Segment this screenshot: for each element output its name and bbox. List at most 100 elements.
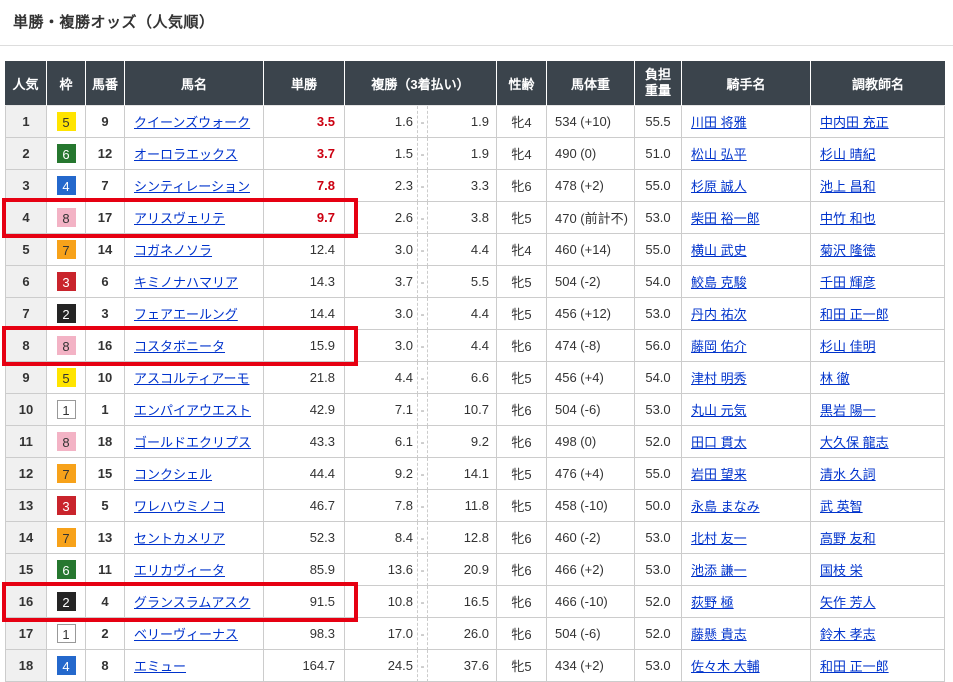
horse-name-link[interactable]: ゴールドエクリプス	[134, 435, 251, 450]
horse-name-cell: コガネノソラ	[125, 234, 264, 266]
frame-cell: 5	[47, 362, 86, 394]
jockey-name-link[interactable]: 丸山 元気	[691, 403, 747, 418]
horse-name-link[interactable]: オーロラエックス	[134, 147, 238, 162]
trainer-name-link[interactable]: 千田 輝彦	[820, 275, 876, 290]
horse-number-cell: 18	[86, 426, 125, 458]
jockey-name-link[interactable]: 柴田 裕一郎	[691, 211, 760, 226]
col-number-header: 馬番	[86, 61, 125, 106]
jockey-name-link[interactable]: 岩田 望来	[691, 467, 747, 482]
col-sexage-header: 性齢	[497, 61, 547, 106]
jockey-name-link[interactable]: 田口 貫太	[691, 435, 747, 450]
sex-age-cell: 牝5	[497, 298, 547, 330]
trainer-name-link[interactable]: 中内田 充正	[820, 115, 889, 130]
frame-cell: 4	[47, 650, 86, 682]
horse-name-link[interactable]: エリカヴィータ	[134, 563, 225, 578]
jockey-name-link[interactable]: 川田 将雅	[691, 115, 747, 130]
horse-name-link[interactable]: エミュー	[134, 659, 186, 674]
jockey-name-link[interactable]: 池添 謙一	[691, 563, 747, 578]
trainer-name-link[interactable]: 中竹 和也	[820, 211, 876, 226]
horse-number-cell: 12	[86, 138, 125, 170]
frame-number-badge: 7	[57, 464, 76, 483]
win-odds-cell: 14.4	[264, 298, 345, 330]
horse-name-link[interactable]: シンティレーション	[134, 179, 250, 194]
jockey-cell: 池添 謙一	[682, 554, 811, 586]
impost-cell: 53.0	[635, 554, 682, 586]
trainer-name-link[interactable]: 高野 友和	[820, 531, 876, 546]
place-odds-separator: -	[417, 586, 428, 618]
frame-number-badge: 2	[57, 304, 76, 323]
col-rank-header: 人気	[5, 61, 47, 106]
horse-name-link[interactable]: ベリーヴィーナス	[134, 627, 238, 642]
horse-number-cell: 14	[86, 234, 125, 266]
sex-age-cell: 牝6	[497, 554, 547, 586]
trainer-name-link[interactable]: 鈴木 孝志	[820, 627, 876, 642]
place-odds-max-cell: 11.8	[428, 490, 497, 522]
impost-cell: 53.0	[635, 202, 682, 234]
jockey-name-link[interactable]: 永島 まなみ	[691, 499, 760, 514]
col-weight-header: 馬体重	[547, 61, 635, 106]
trainer-name-link[interactable]: 池上 昌和	[820, 179, 876, 194]
jockey-name-link[interactable]: 松山 弘平	[691, 147, 747, 162]
horse-name-link[interactable]: コガネノソラ	[134, 243, 212, 258]
horse-name-link[interactable]: コスタボニータ	[134, 339, 225, 354]
trainer-name-link[interactable]: 和田 正一郎	[820, 659, 889, 674]
trainer-cell: 中内田 充正	[811, 106, 945, 138]
place-odds-min-cell: 1.5	[345, 138, 417, 170]
jockey-name-link[interactable]: 荻野 極	[691, 595, 734, 610]
sex-age-cell: 牝4	[497, 138, 547, 170]
horse-name-link[interactable]: グランスラムアスク	[134, 595, 250, 610]
jockey-name-link[interactable]: 津村 明秀	[691, 371, 747, 386]
win-odds-cell: 42.9	[264, 394, 345, 426]
horse-weight-cell: 460 (+14)	[547, 234, 635, 266]
win-odds-cell: 21.8	[264, 362, 345, 394]
table-row: 636キミノナハマリア14.33.7-5.5牝5504 (-2)54.0鮫島 克…	[5, 266, 945, 298]
place-odds-separator: -	[417, 266, 428, 298]
horse-name-link[interactable]: アリスヴェリテ	[134, 211, 225, 226]
trainer-name-link[interactable]: 清水 久詞	[820, 467, 876, 482]
horse-name-link[interactable]: アスコルティアーモ	[134, 371, 249, 386]
place-odds-max-cell: 3.8	[428, 202, 497, 234]
trainer-name-link[interactable]: 杉山 晴紀	[820, 147, 876, 162]
horse-weight-cell: 478 (+2)	[547, 170, 635, 202]
frame-cell: 3	[47, 490, 86, 522]
horse-number-cell: 5	[86, 490, 125, 522]
horse-name-link[interactable]: キミノナハマリア	[134, 275, 238, 290]
horse-name-link[interactable]: クイーンズウォーク	[134, 115, 250, 130]
horse-name-link[interactable]: エンパイアウエスト	[134, 403, 251, 418]
frame-cell: 8	[47, 426, 86, 458]
win-odds-cell: 7.8	[264, 170, 345, 202]
rank-cell: 15	[5, 554, 47, 586]
jockey-name-link[interactable]: 佐々木 大輔	[691, 659, 760, 674]
table-row: 1335ワレハウミノコ46.77.8-11.8牝5458 (-10)50.0永島…	[5, 490, 945, 522]
horse-name-link[interactable]: セントカメリア	[134, 531, 225, 546]
sex-age-cell: 牝5	[497, 650, 547, 682]
col-impost-header: 負担 重量	[635, 61, 682, 106]
horse-name-link[interactable]: ワレハウミノコ	[134, 499, 225, 514]
trainer-name-link[interactable]: 和田 正一郎	[820, 307, 889, 322]
horse-name-link[interactable]: フェアエールング	[134, 307, 238, 322]
trainer-name-link[interactable]: 黒岩 陽一	[820, 403, 876, 418]
trainer-name-link[interactable]: 矢作 芳人	[820, 595, 876, 610]
horse-number-cell: 9	[86, 106, 125, 138]
horse-name-link[interactable]: コンクシェル	[134, 467, 212, 482]
trainer-name-link[interactable]: 菊沢 隆徳	[820, 243, 876, 258]
frame-number-badge: 8	[57, 432, 76, 451]
jockey-name-link[interactable]: 杉原 誠人	[691, 179, 747, 194]
jockey-name-link[interactable]: 横山 武史	[691, 243, 747, 258]
jockey-name-link[interactable]: 北村 友一	[691, 531, 747, 546]
jockey-name-link[interactable]: 藤懸 貴志	[691, 627, 747, 642]
table-row: 1011エンパイアウエスト42.97.1-10.7牝6504 (-6)53.0丸…	[5, 394, 945, 426]
place-odds-max-cell: 6.6	[428, 362, 497, 394]
trainer-name-link[interactable]: 杉山 佳明	[820, 339, 876, 354]
jockey-name-link[interactable]: 鮫島 克駿	[691, 275, 747, 290]
frame-cell: 7	[47, 234, 86, 266]
trainer-name-link[interactable]: 大久保 龍志	[820, 435, 889, 450]
win-odds-cell: 44.4	[264, 458, 345, 490]
trainer-name-link[interactable]: 林 徹	[820, 371, 850, 386]
trainer-cell: 和田 正一郎	[811, 650, 945, 682]
jockey-name-link[interactable]: 藤岡 佑介	[691, 339, 747, 354]
trainer-name-link[interactable]: 国枝 栄	[820, 563, 863, 578]
frame-cell: 7	[47, 522, 86, 554]
trainer-name-link[interactable]: 武 英智	[820, 499, 863, 514]
jockey-name-link[interactable]: 丹内 祐次	[691, 307, 747, 322]
